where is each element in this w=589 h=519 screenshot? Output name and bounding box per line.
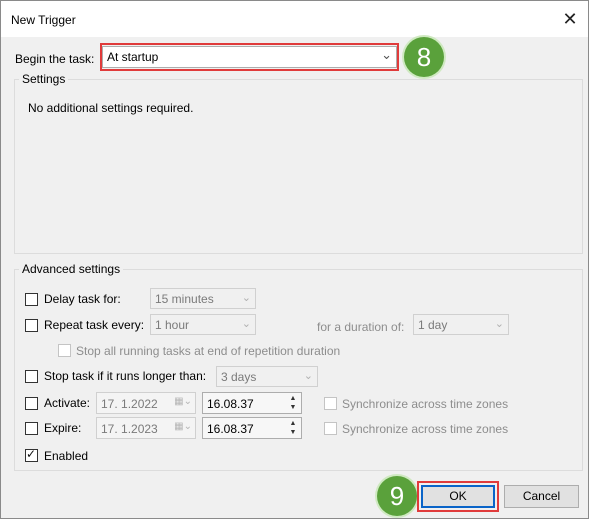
expire-sync-label: Synchronize across time zones — [342, 422, 509, 436]
calendar-icon: ▦⌄ — [174, 396, 192, 407]
expire-time-value: 16.08.37 — [207, 422, 254, 436]
duration-value: 1 day — [418, 318, 448, 332]
repeat-label: Repeat task every: — [44, 318, 145, 332]
delay-value: 15 minutes — [155, 292, 214, 306]
delay-dropdown[interactable]: 15 minutes ⌄ — [150, 288, 256, 309]
activate-sync-label: Synchronize across time zones — [342, 397, 509, 411]
step-badge-8: 8 — [404, 37, 444, 77]
chevron-down-icon: ⌄ — [494, 318, 504, 330]
stop-longer-checkbox[interactable] — [25, 370, 38, 383]
activate-label: Activate: — [44, 396, 91, 410]
highlight-begin-task — [100, 43, 399, 71]
enabled-label: Enabled — [44, 449, 89, 463]
chevron-down-icon: ⌄ — [241, 318, 251, 330]
window-title: New Trigger — [11, 13, 76, 27]
stop-longer-label: Stop task if it runs longer than: — [44, 369, 207, 383]
advanced-settings-title: Advanced settings — [19, 262, 124, 276]
settings-title: Settings — [19, 72, 69, 86]
activate-time-field[interactable]: 16.08.37 ▲ ▼ — [202, 392, 302, 414]
duration-dropdown[interactable]: 1 day ⌄ — [413, 314, 509, 335]
calendar-icon: ▦⌄ — [174, 421, 192, 432]
duration-label: for a duration of: — [317, 320, 405, 334]
delay-checkbox[interactable] — [25, 293, 38, 306]
repeat-dropdown[interactable]: 1 hour ⌄ — [150, 314, 256, 335]
activate-checkbox[interactable] — [25, 397, 38, 410]
repeat-checkbox[interactable] — [25, 319, 38, 332]
begin-task-label: Begin the task: — [15, 52, 95, 66]
expire-label: Expire: — [44, 421, 82, 435]
stop-longer-dropdown[interactable]: 3 days ⌄ — [216, 366, 318, 387]
delay-label: Delay task for: — [44, 292, 121, 306]
stop-all-label: Stop all running tasks at end of repetit… — [76, 344, 341, 358]
expire-date-value: 17. 1.2023 — [101, 422, 158, 436]
settings-message: No additional settings required. — [28, 101, 194, 115]
stop-longer-value: 3 days — [221, 370, 257, 384]
activate-date-picker[interactable]: 17. 1.2022 ▦⌄ — [96, 392, 196, 414]
repeat-value: 1 hour — [155, 318, 190, 332]
cancel-button[interactable]: Cancel — [504, 485, 579, 508]
new-trigger-dialog: New Trigger ✕ Begin the task: At startup… — [0, 0, 589, 519]
stop-all-checkbox[interactable] — [58, 344, 71, 357]
expire-date-picker[interactable]: 17. 1.2023 ▦⌄ — [96, 417, 196, 439]
activate-date-value: 17. 1.2022 — [101, 397, 158, 411]
enabled-checkbox[interactable] — [25, 447, 38, 462]
highlight-ok — [417, 481, 499, 512]
close-icon[interactable]: ✕ — [560, 9, 580, 29]
chevron-down-icon: ⌄ — [241, 292, 251, 304]
spinner-icon[interactable]: ▲ ▼ — [286, 419, 300, 437]
expire-time-field[interactable]: 16.08.37 ▲ ▼ — [202, 417, 302, 439]
chevron-down-icon: ⌄ — [303, 370, 313, 382]
expire-sync-checkbox[interactable] — [324, 422, 337, 435]
spinner-icon[interactable]: ▲ ▼ — [286, 394, 300, 412]
expire-checkbox[interactable] — [25, 422, 38, 435]
activate-time-value: 16.08.37 — [207, 397, 254, 411]
activate-sync-checkbox[interactable] — [324, 397, 337, 410]
title-bar: New Trigger ✕ — [1, 1, 588, 37]
step-badge-9: 9 — [377, 476, 417, 516]
